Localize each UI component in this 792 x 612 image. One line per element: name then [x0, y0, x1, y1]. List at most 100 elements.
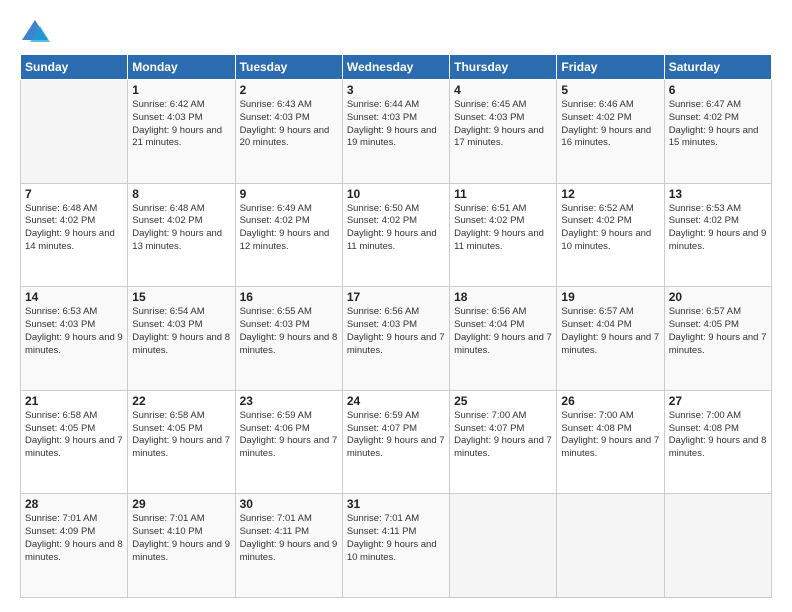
calendar-cell: 16 Sunrise: 6:55 AMSunset: 4:03 PMDayligh… [235, 287, 342, 391]
calendar-cell [21, 80, 128, 184]
calendar-cell: 14 Sunrise: 6:53 AMSunset: 4:03 PMDayligh… [21, 287, 128, 391]
day-number: 1 [132, 83, 230, 97]
calendar-cell [557, 494, 664, 598]
calendar-cell: 25 Sunrise: 7:00 AMSunset: 4:07 PMDayligh… [450, 390, 557, 494]
day-number: 8 [132, 187, 230, 201]
day-info: Sunrise: 6:45 AMSunset: 4:03 PMDaylight:… [454, 99, 552, 150]
calendar-cell: 8 Sunrise: 6:48 AMSunset: 4:02 PMDaylight… [128, 183, 235, 287]
day-number: 19 [561, 290, 659, 304]
weekday-header-sunday: Sunday [21, 55, 128, 80]
calendar-cell [664, 494, 771, 598]
day-info: Sunrise: 6:51 AMSunset: 4:02 PMDaylight:… [454, 203, 552, 254]
day-number: 16 [240, 290, 338, 304]
calendar-cell: 29Sunrise: 7:01 AMSunset: 4:10 PMDayligh… [128, 494, 235, 598]
calendar-cell: 13Sunrise: 6:53 AMSunset: 4:02 PMDayligh… [664, 183, 771, 287]
weekday-header-friday: Friday [557, 55, 664, 80]
calendar-cell: 15 Sunrise: 6:54 AMSunset: 4:03 PMDayligh… [128, 287, 235, 391]
weekday-header-thursday: Thursday [450, 55, 557, 80]
calendar-week-row: 7 Sunrise: 6:48 AMSunset: 4:02 PMDaylight… [21, 183, 772, 287]
logo-icon [20, 18, 50, 46]
calendar-cell: 20 Sunrise: 6:57 AMSunset: 4:05 PMDayligh… [664, 287, 771, 391]
day-number: 30 [240, 497, 338, 511]
calendar-cell: 4 Sunrise: 6:45 AMSunset: 4:03 PMDaylight… [450, 80, 557, 184]
calendar-cell: 19 Sunrise: 6:57 AMSunset: 4:04 PMDayligh… [557, 287, 664, 391]
calendar-cell: 12 Sunrise: 6:52 AMSunset: 4:02 PMDayligh… [557, 183, 664, 287]
day-info: Sunrise: 6:59 AMSunset: 4:06 PMDaylight:… [240, 410, 338, 461]
weekday-header-monday: Monday [128, 55, 235, 80]
day-number: 18 [454, 290, 552, 304]
calendar-cell: 3 Sunrise: 6:44 AMSunset: 4:03 PMDaylight… [342, 80, 449, 184]
day-info: Sunrise: 6:44 AMSunset: 4:03 PMDaylight:… [347, 99, 445, 150]
calendar-cell: 21 Sunrise: 6:58 AMSunset: 4:05 PMDayligh… [21, 390, 128, 494]
calendar-cell: 11 Sunrise: 6:51 AMSunset: 4:02 PMDayligh… [450, 183, 557, 287]
calendar-cell: 28 Sunrise: 7:01 AMSunset: 4:09 PMDayligh… [21, 494, 128, 598]
weekday-header-saturday: Saturday [664, 55, 771, 80]
day-number: 23 [240, 394, 338, 408]
day-number: 31 [347, 497, 445, 511]
day-info: Sunrise: 6:48 AMSunset: 4:02 PMDaylight:… [132, 203, 230, 254]
day-info: Sunrise: 6:53 AMSunset: 4:02 PMDaylight:… [669, 203, 767, 254]
weekday-header-wednesday: Wednesday [342, 55, 449, 80]
calendar-week-row: 28 Sunrise: 7:01 AMSunset: 4:09 PMDayligh… [21, 494, 772, 598]
day-info: Sunrise: 7:00 AMSunset: 4:08 PMDaylight:… [561, 410, 659, 461]
day-info: Sunrise: 6:43 AMSunset: 4:03 PMDaylight:… [240, 99, 338, 150]
day-info: Sunrise: 6:54 AMSunset: 4:03 PMDaylight:… [132, 306, 230, 357]
calendar-week-row: 21 Sunrise: 6:58 AMSunset: 4:05 PMDayligh… [21, 390, 772, 494]
day-number: 6 [669, 83, 767, 97]
day-number: 26 [561, 394, 659, 408]
day-info: Sunrise: 6:55 AMSunset: 4:03 PMDaylight:… [240, 306, 338, 357]
day-number: 25 [454, 394, 552, 408]
calendar-cell: 6 Sunrise: 6:47 AMSunset: 4:02 PMDaylight… [664, 80, 771, 184]
day-info: Sunrise: 7:00 AMSunset: 4:07 PMDaylight:… [454, 410, 552, 461]
calendar-cell: 5 Sunrise: 6:46 AMSunset: 4:02 PMDaylight… [557, 80, 664, 184]
day-number: 27 [669, 394, 767, 408]
day-info: Sunrise: 7:01 AMSunset: 4:09 PMDaylight:… [25, 513, 123, 564]
calendar-cell: 27Sunrise: 7:00 AMSunset: 4:08 PMDayligh… [664, 390, 771, 494]
day-info: Sunrise: 6:56 AMSunset: 4:03 PMDaylight:… [347, 306, 445, 357]
day-info: Sunrise: 6:58 AMSunset: 4:05 PMDaylight:… [25, 410, 123, 461]
weekday-header-tuesday: Tuesday [235, 55, 342, 80]
day-info: Sunrise: 6:50 AMSunset: 4:02 PMDaylight:… [347, 203, 445, 254]
day-number: 5 [561, 83, 659, 97]
day-info: Sunrise: 6:49 AMSunset: 4:02 PMDaylight:… [240, 203, 338, 254]
weekday-header-row: SundayMondayTuesdayWednesdayThursdayFrid… [21, 55, 772, 80]
calendar-cell: 22Sunrise: 6:58 AMSunset: 4:05 PMDayligh… [128, 390, 235, 494]
day-number: 17 [347, 290, 445, 304]
day-number: 11 [454, 187, 552, 201]
day-number: 24 [347, 394, 445, 408]
calendar-week-row: 14 Sunrise: 6:53 AMSunset: 4:03 PMDayligh… [21, 287, 772, 391]
calendar-cell: 26 Sunrise: 7:00 AMSunset: 4:08 PMDayligh… [557, 390, 664, 494]
day-number: 9 [240, 187, 338, 201]
day-info: Sunrise: 7:01 AMSunset: 4:11 PMDaylight:… [347, 513, 445, 564]
day-number: 28 [25, 497, 123, 511]
day-info: Sunrise: 7:01 AMSunset: 4:10 PMDaylight:… [132, 513, 230, 564]
day-info: Sunrise: 6:42 AMSunset: 4:03 PMDaylight:… [132, 99, 230, 150]
calendar-cell: 30 Sunrise: 7:01 AMSunset: 4:11 PMDayligh… [235, 494, 342, 598]
day-number: 10 [347, 187, 445, 201]
logo [20, 18, 54, 46]
day-info: Sunrise: 6:46 AMSunset: 4:02 PMDaylight:… [561, 99, 659, 150]
calendar-cell: 7Sunrise: 6:48 AMSunset: 4:02 PMDaylight… [21, 183, 128, 287]
calendar-cell: 2 Sunrise: 6:43 AMSunset: 4:03 PMDaylight… [235, 80, 342, 184]
day-info: Sunrise: 7:01 AMSunset: 4:11 PMDaylight:… [240, 513, 338, 564]
calendar-cell: 23 Sunrise: 6:59 AMSunset: 4:06 PMDayligh… [235, 390, 342, 494]
day-number: 4 [454, 83, 552, 97]
day-number: 20 [669, 290, 767, 304]
day-info: Sunrise: 6:57 AMSunset: 4:04 PMDaylight:… [561, 306, 659, 357]
day-info: Sunrise: 6:53 AMSunset: 4:03 PMDaylight:… [25, 306, 123, 357]
day-number: 2 [240, 83, 338, 97]
day-info: Sunrise: 6:59 AMSunset: 4:07 PMDaylight:… [347, 410, 445, 461]
day-info: Sunrise: 6:52 AMSunset: 4:02 PMDaylight:… [561, 203, 659, 254]
calendar-cell: 1 Sunrise: 6:42 AMSunset: 4:03 PMDaylight… [128, 80, 235, 184]
day-number: 7 [25, 187, 123, 201]
day-number: 12 [561, 187, 659, 201]
day-number: 14 [25, 290, 123, 304]
day-number: 21 [25, 394, 123, 408]
day-number: 22 [132, 394, 230, 408]
day-number: 3 [347, 83, 445, 97]
day-info: Sunrise: 6:47 AMSunset: 4:02 PMDaylight:… [669, 99, 767, 150]
calendar-week-row: 1 Sunrise: 6:42 AMSunset: 4:03 PMDaylight… [21, 80, 772, 184]
day-info: Sunrise: 6:57 AMSunset: 4:05 PMDaylight:… [669, 306, 767, 357]
day-number: 15 [132, 290, 230, 304]
calendar-table: SundayMondayTuesdayWednesdayThursdayFrid… [20, 54, 772, 598]
